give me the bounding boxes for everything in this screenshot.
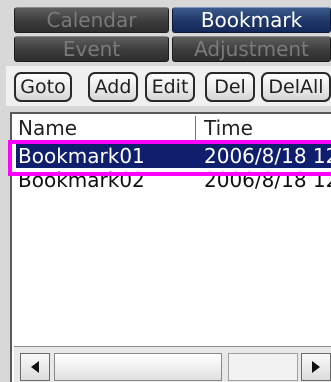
scroll-right-button[interactable] [301,353,331,381]
scroll-thumb[interactable] [54,353,222,381]
tab-event[interactable]: Event [14,36,169,62]
scroll-track[interactable] [228,353,298,381]
tab-calendar[interactable]: Calendar [14,7,169,33]
tab-bookmark[interactable]: Bookmark [172,7,331,33]
scroll-left-button[interactable] [20,353,50,381]
arrow-left-icon [31,361,39,373]
edit-button[interactable]: Edit [145,72,195,102]
tab-bookmark-label: Bookmark [200,8,303,32]
tab-calendar-label: Calendar [46,8,137,32]
tab-adjustment[interactable]: Adjustment [172,36,331,62]
delete-button[interactable]: Del [205,72,255,102]
horizontal-scrollbar[interactable] [14,346,331,382]
column-header-time[interactable]: Time [204,114,331,142]
delete-all-button[interactable]: DelAll [261,72,331,102]
column-header-name[interactable]: Name [18,114,194,142]
tab-event-label: Event [62,37,121,61]
selection-highlight-marker [8,140,331,176]
goto-button[interactable]: Goto [14,72,72,102]
tab-adjustment-label: Adjustment [194,37,309,61]
add-button[interactable]: Add [88,72,138,102]
arrow-right-icon [312,361,320,373]
bookmark-panel: Calendar Bookmark Event Adjustment Goto … [0,0,331,382]
column-separator[interactable] [195,116,196,140]
